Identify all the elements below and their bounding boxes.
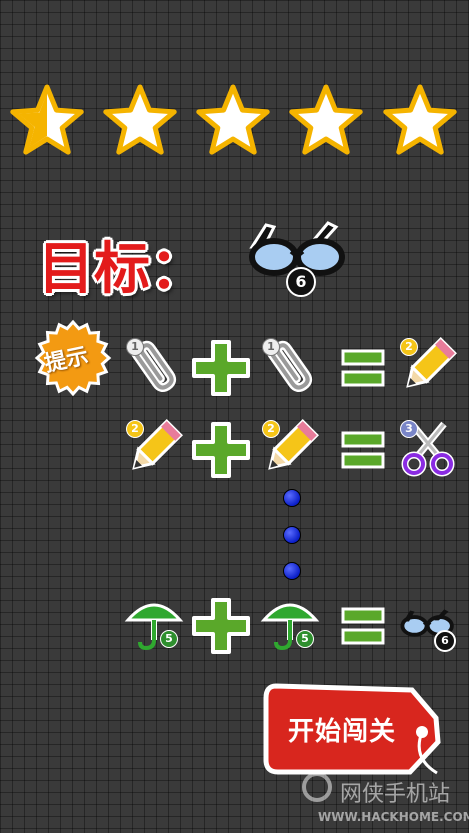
watermark-logo-icon: [302, 772, 332, 802]
start-button-label: 开始闯关: [288, 717, 397, 747]
watermark-brand: 网侠手机站: [340, 782, 451, 807]
plus-icon: [190, 338, 252, 402]
recipe-left-item: 1: [124, 336, 186, 402]
star-icon: [196, 84, 270, 155]
level-badge: 2: [400, 338, 418, 356]
goal-label: 目标：: [38, 237, 206, 302]
equals-icon: [340, 606, 386, 650]
ellipsis-dot: [283, 526, 301, 544]
star-icon: [289, 84, 363, 155]
stars-svg: [10, 84, 457, 155]
level-badge: 5: [296, 630, 314, 648]
ellipsis-dot: [283, 562, 301, 580]
recipe-right-item: 2: [260, 418, 322, 484]
star-icon: [383, 84, 457, 155]
level-badge: 5: [160, 630, 178, 648]
star-icon: [103, 84, 177, 155]
recipe-left-item: 5: [124, 594, 186, 660]
recipe-right-item: 5: [260, 594, 322, 660]
equals-icon: [340, 348, 386, 392]
recipe-result-item: 3: [398, 418, 460, 484]
level-badge: 2: [126, 420, 144, 438]
watermark-url: WWW.HACKHOME.COM: [318, 810, 469, 824]
recipe-left-item: 2: [124, 418, 186, 484]
equals-icon: [340, 430, 386, 474]
plus-icon: [190, 420, 252, 484]
recipe-result-item: 6: [398, 594, 460, 660]
level-badge: 6: [434, 630, 456, 652]
umbrella-icon: [124, 603, 184, 651]
level-badge: 1: [262, 338, 280, 356]
ellipsis-dot: [283, 489, 301, 507]
recipe-result-item: 2: [398, 336, 460, 402]
recipe-right-item: 1: [260, 336, 322, 402]
star-icon: [10, 84, 84, 155]
umbrella-icon: [260, 603, 320, 651]
goal-count-badge: 6: [286, 267, 316, 297]
level-badge: 3: [400, 420, 418, 438]
level-badge: 1: [126, 338, 144, 356]
level-badge: 2: [262, 420, 280, 438]
plus-icon: [190, 596, 252, 660]
